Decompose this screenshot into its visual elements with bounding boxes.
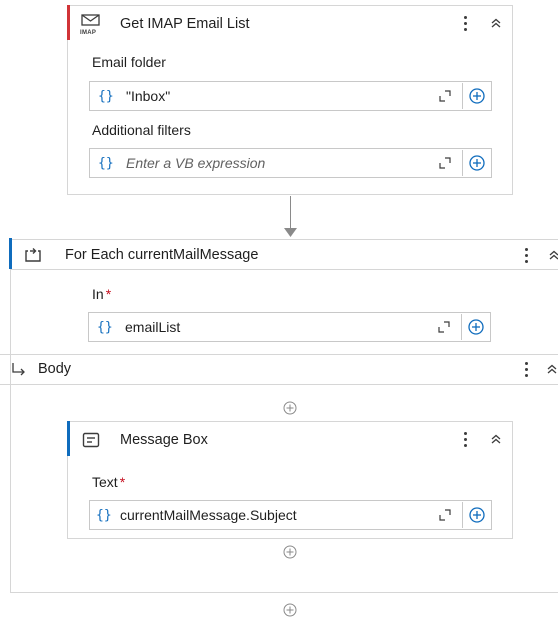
required-marker: * xyxy=(119,474,126,490)
message-text-value[interactable]: currentMailMessage.Subject xyxy=(120,507,436,523)
add-variable-icon[interactable] xyxy=(463,502,491,528)
add-activity-icon[interactable] xyxy=(283,545,297,559)
message-box-activity[interactable]: Message Box Text * {} currentMailMessage.… xyxy=(67,421,513,539)
body-title: Body xyxy=(38,361,72,377)
in-field[interactable]: {} emailList xyxy=(88,312,491,342)
body-branch-icon xyxy=(10,361,28,377)
text-label: Text * xyxy=(92,474,125,490)
additional-filters-label: Additional filters xyxy=(92,122,191,138)
email-folder-label: Email folder xyxy=(92,54,166,70)
for-each-more-options-icon[interactable] xyxy=(519,244,533,266)
body-collapse-icon[interactable] xyxy=(544,361,558,377)
activity-accent-bar xyxy=(9,238,12,269)
add-variable-icon[interactable] xyxy=(462,314,490,340)
imap-collapse-icon[interactable] xyxy=(488,15,504,31)
sequence-arrow-icon xyxy=(284,228,297,237)
expression-brace-icon: {} xyxy=(96,507,112,523)
get-imap-email-list-activity[interactable]: IMAP Get IMAP Email List Email folder {}… xyxy=(67,5,513,195)
in-value[interactable]: emailList xyxy=(125,319,435,335)
body-header[interactable]: Body xyxy=(0,355,558,385)
for-each-collapse-icon[interactable] xyxy=(546,247,558,263)
imap-activity-title: Get IMAP Email List xyxy=(120,16,250,32)
imap-more-options-icon[interactable] xyxy=(458,12,472,34)
expand-editor-icon[interactable] xyxy=(436,506,454,524)
expression-brace-icon: {} xyxy=(98,88,114,104)
expression-brace-icon: {} xyxy=(97,319,113,335)
body-more-options-icon[interactable] xyxy=(519,358,533,380)
sequence-connector-line xyxy=(290,196,291,230)
expand-editor-icon[interactable] xyxy=(435,318,453,336)
additional-filters-placeholder[interactable]: Enter a VB expression xyxy=(126,155,436,171)
for-each-header[interactable]: For Each currentMailMessage xyxy=(9,238,558,270)
message-box-header[interactable]: Message Box xyxy=(68,422,512,456)
add-variable-icon[interactable] xyxy=(463,83,491,109)
loop-icon xyxy=(22,246,44,264)
text-label-text: Text xyxy=(92,474,118,490)
in-label-text: In xyxy=(92,286,104,302)
imap-activity-header[interactable]: IMAP Get IMAP Email List xyxy=(68,6,512,40)
message-box-title: Message Box xyxy=(120,432,208,448)
imap-icon-label: IMAP xyxy=(80,30,97,36)
message-box-more-options-icon[interactable] xyxy=(458,428,472,450)
add-activity-icon[interactable] xyxy=(283,401,297,415)
for-each-title: For Each currentMailMessage xyxy=(65,247,259,263)
add-variable-icon[interactable] xyxy=(463,150,491,176)
expand-editor-icon[interactable] xyxy=(436,154,454,172)
email-folder-field[interactable]: {} "Inbox" xyxy=(89,81,492,111)
expression-brace-icon: {} xyxy=(98,155,114,171)
message-box-icon xyxy=(80,431,102,449)
message-text-field[interactable]: {} currentMailMessage.Subject xyxy=(89,500,492,530)
add-activity-icon[interactable] xyxy=(283,603,297,617)
in-label: In * xyxy=(92,286,111,302)
expand-editor-icon[interactable] xyxy=(436,87,454,105)
email-folder-value[interactable]: "Inbox" xyxy=(126,88,436,104)
required-marker: * xyxy=(105,286,112,302)
message-box-collapse-icon[interactable] xyxy=(488,431,504,447)
additional-filters-field[interactable]: {} Enter a VB expression xyxy=(89,148,492,178)
